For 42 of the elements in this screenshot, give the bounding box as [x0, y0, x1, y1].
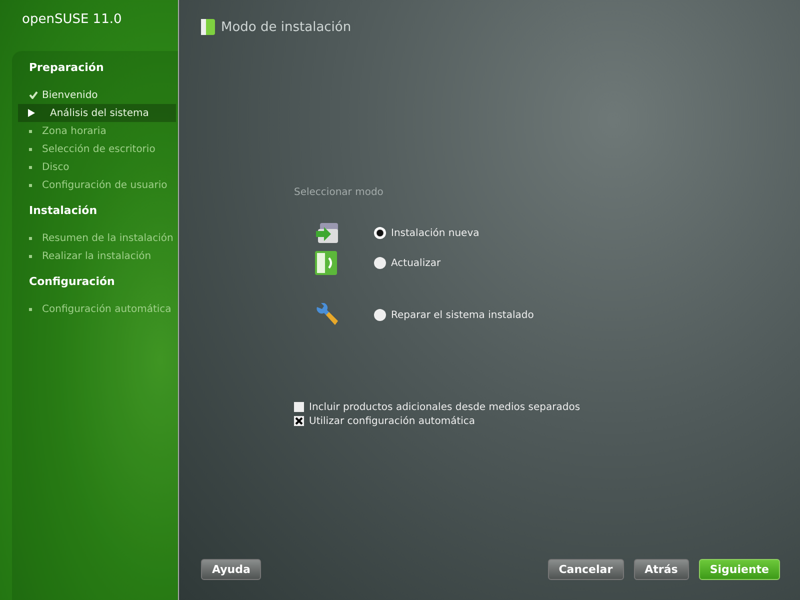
- step-item: Configuración de usuario: [12, 176, 179, 194]
- action-button[interactable]: Ayuda: [201, 559, 262, 580]
- step-item: Configuración automática: [12, 300, 179, 318]
- bullet-icon: [29, 148, 32, 150]
- radio-button[interactable]: [374, 227, 386, 239]
- section-title: Configuración: [28, 274, 116, 290]
- step-item: Realizar la instalación: [12, 247, 179, 265]
- folder-arrow-icon: [314, 221, 340, 245]
- checkbox-label: Utilizar configuración automática: [309, 416, 476, 426]
- check-icon: [29, 91, 38, 99]
- group-label: Seleccionar modo: [294, 187, 384, 198]
- step-item: Bienvenido: [12, 86, 179, 104]
- step-item: Disco: [12, 158, 179, 176]
- step-item: Resumen de la instalación: [12, 229, 179, 247]
- step-item: Análisis del sistema: [18, 104, 176, 122]
- checkbox-label: Incluir productos adicionales desde medios separados: [309, 402, 580, 412]
- radio-button[interactable]: [374, 309, 386, 321]
- bullet-icon: [29, 308, 32, 310]
- radio-label: Actualizar: [391, 258, 441, 268]
- action-button[interactable]: Cancelar: [548, 559, 624, 580]
- checkbox[interactable]: [294, 416, 304, 426]
- step-item: Zona horaria: [12, 122, 179, 140]
- bullet-icon: [29, 184, 32, 186]
- radio-button[interactable]: [374, 257, 386, 269]
- document-icon: [314, 250, 338, 276]
- radio-label: Instalación nueva: [391, 228, 480, 238]
- bullet-icon: [29, 166, 32, 168]
- step-item: Selección de escritorio: [12, 140, 179, 158]
- checkbox[interactable]: [294, 402, 304, 412]
- bullet-icon: [29, 130, 32, 132]
- page-title: Modo de instalación: [221, 20, 352, 34]
- section-title: Preparación: [28, 60, 105, 76]
- next-button[interactable]: Siguiente: [698, 559, 780, 580]
- page-icon: [201, 19, 215, 35]
- radio-label: Reparar el sistema instalado: [391, 310, 534, 320]
- action-button[interactable]: Atrás: [634, 559, 689, 580]
- product-name: openSUSE 11.0: [21, 11, 123, 29]
- bullet-icon: [29, 254, 32, 258]
- wrench-icon: [314, 303, 340, 327]
- bullet-icon: [29, 236, 32, 240]
- section-title: Instalación: [28, 203, 98, 219]
- arrow-icon: [28, 109, 35, 117]
